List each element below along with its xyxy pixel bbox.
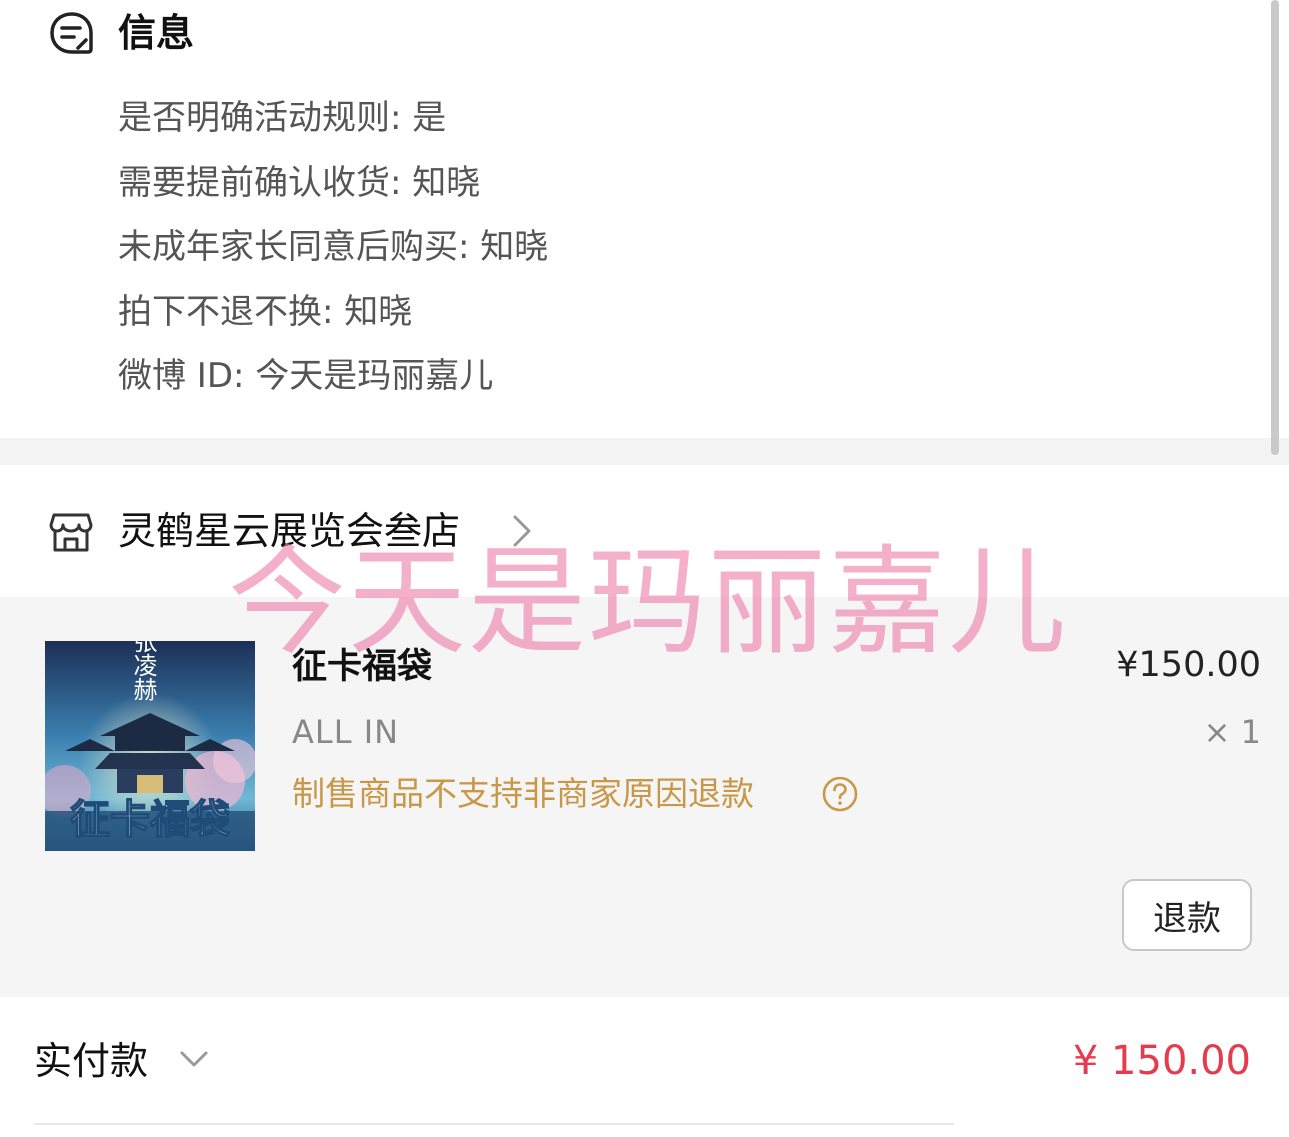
product-name[interactable]: 征卡福袋 — [292, 643, 432, 691]
product-artwork-image: 征卡福袋 张凌赫 — [45, 641, 255, 851]
store-icon — [49, 513, 93, 552]
store-row[interactable]: 灵鹤星云展览会叁店 — [0, 465, 1289, 597]
message-note-icon — [50, 12, 93, 54]
payment-row[interactable]: 实付款 ¥ 150.00 — [0, 997, 1289, 1137]
info-row-confirm-receipt: 需要提前确认收货: 知晓 — [118, 162, 481, 203]
product-item[interactable]: 征卡福袋 张凌赫 征卡福袋 ¥150.00 ALL IN × 1 制售商品不支持… — [0, 597, 1289, 997]
product-thumbnail[interactable]: 征卡福袋 张凌赫 — [45, 641, 255, 851]
store-name[interactable]: 灵鹤星云展览会叁店 — [118, 505, 460, 557]
info-title: 信息 — [118, 11, 195, 55]
info-row-weibo-id: 微博 ID: 今天是玛丽嘉儿 — [118, 356, 494, 396]
info-rows: 是否明确活动规则: 是 需要提前确认收货: 知晓 未成年家长同意后购买: 知晓 … — [118, 86, 548, 409]
info-row-activity-rules: 是否明确活动规则: 是 — [118, 98, 447, 138]
product-price: ¥150.00 — [1116, 645, 1261, 685]
scrollbar[interactable] — [1271, 0, 1279, 455]
paid-amount-value: ¥ 150.00 — [1072, 1038, 1251, 1084]
paid-amount-label[interactable]: 实付款 — [34, 1035, 148, 1087]
info-section: 信息 是否明确活动规则: 是 需要提前确认收货: 知晓 未成年家长同意后购买: … — [0, 0, 1289, 438]
chevron-down-icon[interactable] — [178, 1047, 210, 1071]
info-row-parental-consent: 未成年家长同意后购买: 知晓 — [118, 227, 549, 267]
product-quantity: × 1 — [1203, 713, 1261, 751]
refund-button[interactable]: 退款 — [1122, 879, 1252, 951]
info-row-no-return: 拍下不退不换: 知晓 — [118, 291, 413, 332]
question-help-icon[interactable] — [821, 775, 859, 813]
thumbnail-artist-name: 张凌赫 — [129, 641, 157, 701]
payment-divider — [34, 1123, 954, 1125]
product-variant: ALL IN — [292, 713, 400, 751]
chevron-right-icon[interactable] — [510, 513, 534, 549]
thumbnail-title: 征卡福袋 — [70, 796, 230, 843]
refund-policy-note: 制售商品不支持非商家原因退款 — [292, 774, 754, 813]
section-divider — [0, 438, 1289, 465]
